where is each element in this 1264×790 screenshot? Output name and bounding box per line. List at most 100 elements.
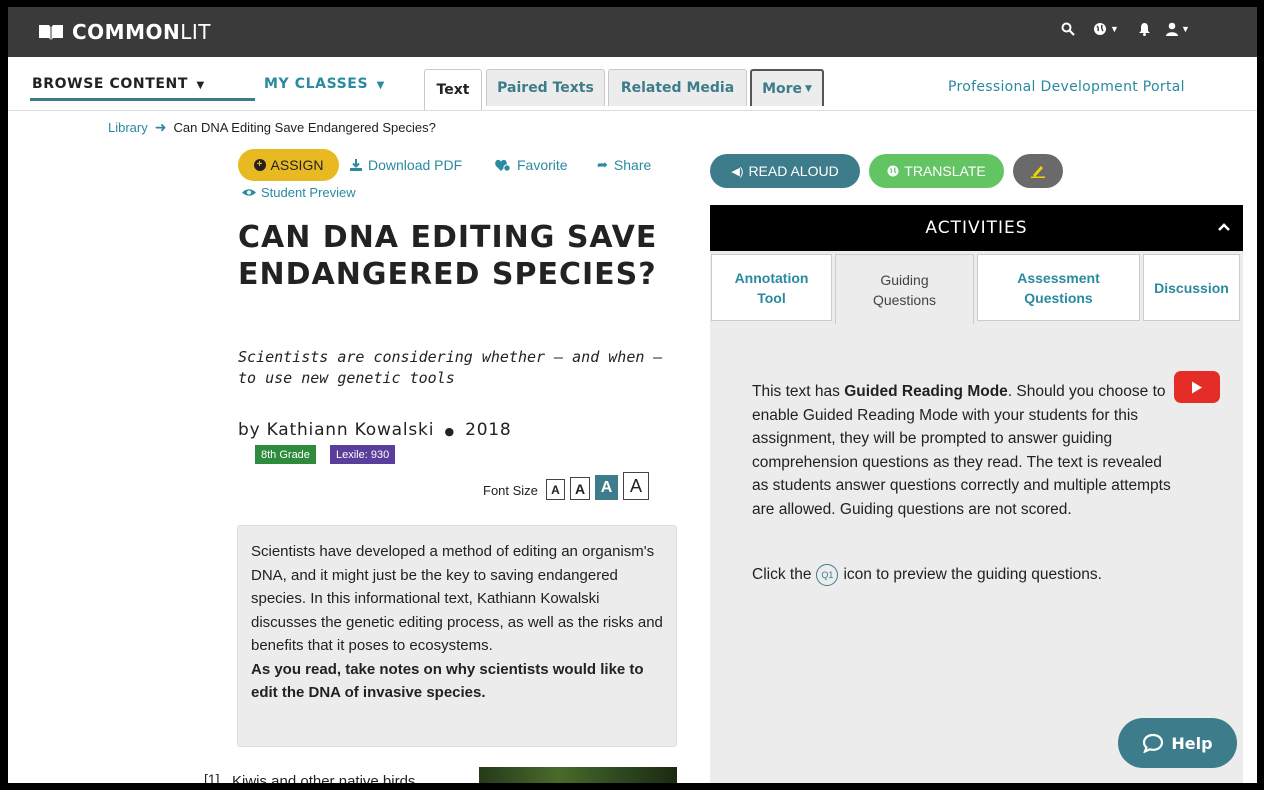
browse-content-menu[interactable]: BROWSE CONTENT ▼ <box>32 76 205 92</box>
breadcrumb: Library ➜ Can DNA Editing Save Endangere… <box>108 119 436 136</box>
download-pdf-link[interactable]: Download PDF <box>350 157 462 173</box>
font-size-xlarge-button[interactable]: A <box>623 472 649 500</box>
summary-reading-prompt: As you read, take notes on why scientist… <box>251 660 644 702</box>
q1-guiding-question-icon: Q1 <box>816 564 839 586</box>
chevron-down-icon: ▼ <box>1110 24 1119 34</box>
search-icon <box>1061 22 1075 36</box>
favorite-label: Favorite <box>517 157 568 173</box>
nav-row: BROWSE CONTENT ▼ MY CLASSES ▼ Text Paire… <box>8 57 1257 111</box>
activities-header[interactable]: ACTIVITIES <box>710 205 1243 251</box>
highlighter-button[interactable] <box>1013 154 1063 188</box>
chevron-up-icon[interactable] <box>1217 222 1231 232</box>
logo-text-bold: COMMON <box>72 20 181 44</box>
open-book-icon <box>39 25 63 40</box>
my-classes-label: MY CLASSES <box>264 76 369 92</box>
play-icon <box>1192 381 1202 393</box>
kiwi-photo <box>479 767 677 783</box>
tab-assessment-questions[interactable]: Assessment Questions <box>977 254 1140 321</box>
globe-icon <box>1094 23 1106 35</box>
translate-button[interactable]: TRANSLATE <box>869 154 1004 188</box>
notifications-button[interactable] <box>1138 22 1151 36</box>
preview-instruction-text: icon to preview the guiding questions. <box>843 566 1102 583</box>
activities-title: ACTIVITIES <box>925 218 1028 238</box>
tab-text[interactable]: Text <box>424 69 482 110</box>
activities-panel: ACTIVITIES Annotation Tool Guiding Quest… <box>710 205 1243 783</box>
commonlit-logo[interactable]: COMMON LIT <box>38 20 211 44</box>
favorite-link[interactable]: Favorite <box>495 157 568 173</box>
paragraph-text: Kiwis and other native birds <box>232 773 416 783</box>
tab-label: More <box>762 80 803 97</box>
guided-reading-description: This text has Guided Reading Mode. Shoul… <box>752 380 1172 521</box>
browse-content-label: BROWSE CONTENT <box>32 76 188 92</box>
speaker-icon: ◀) <box>731 165 744 178</box>
highlighter-icon <box>1031 166 1045 178</box>
language-menu[interactable]: ▼ <box>1093 22 1119 36</box>
author-name: by Kathiann Kowalski <box>238 420 435 440</box>
help-button[interactable]: Help <box>1118 718 1237 768</box>
chevron-down-icon: ▼ <box>196 80 205 91</box>
tab-label: Related Media <box>620 80 735 96</box>
globe-icon <box>887 165 899 177</box>
tab-label: Guiding Questions <box>872 271 937 308</box>
tab-label: Annotation Tool <box>734 269 809 306</box>
search-button[interactable] <box>1061 22 1075 36</box>
chevron-down-icon: ▼ <box>805 83 812 94</box>
font-size-large-button[interactable]: A <box>595 475 618 500</box>
student-preview-link[interactable]: Student Preview <box>242 185 356 200</box>
share-label: Share <box>613 157 652 173</box>
tab-paired-texts[interactable]: Paired Texts <box>486 69 605 106</box>
chevron-down-icon: ▼ <box>1181 24 1190 34</box>
heart-plus-icon <box>495 159 511 172</box>
guided-intro-text: This text has <box>752 383 845 400</box>
text-subtitle: Scientists are considering whether — and… <box>238 348 663 387</box>
arrow-right-icon: ➜ <box>154 119 167 135</box>
share-link[interactable]: ➦ Share <box>597 157 651 173</box>
assign-label: ASSIGN <box>270 157 324 173</box>
byline: by Kathiann Kowalski ● 2018 <box>238 420 512 440</box>
student-preview-label: Student Preview <box>261 185 356 200</box>
tab-discussion[interactable]: Discussion <box>1143 254 1240 321</box>
font-size-medium-button[interactable]: A <box>570 477 590 500</box>
tab-annotation-tool[interactable]: Annotation Tool <box>711 254 832 321</box>
eye-icon <box>242 189 256 196</box>
paragraph-number: [1] <box>204 771 220 783</box>
professional-development-portal-link[interactable]: Professional Development Portal <box>948 79 1185 95</box>
tab-label: Text <box>436 82 470 98</box>
share-arrow-icon: ➦ <box>597 157 608 172</box>
guided-reading-mode-label: Guided Reading Mode <box>844 383 1008 400</box>
text-title: CAN DNA EDITING SAVE ENDANGERED SPECIES? <box>238 220 658 292</box>
tab-label: Paired Texts <box>497 80 594 96</box>
plus-circle-icon: + <box>253 159 266 171</box>
tab-guiding-questions[interactable]: Guiding Questions <box>835 254 974 324</box>
youtube-video-button[interactable] <box>1174 371 1220 403</box>
tab-label: Discussion <box>1154 279 1229 296</box>
logo-text-light: LIT <box>180 20 211 44</box>
bell-icon <box>1139 23 1150 36</box>
tab-more[interactable]: More ▼ <box>750 69 824 106</box>
breadcrumb-current: Can DNA Editing Save Endangered Species? <box>173 120 436 135</box>
click-the-text: Click the <box>752 566 812 583</box>
tab-related-media[interactable]: Related Media <box>608 69 747 106</box>
download-icon <box>350 159 362 171</box>
app-window: COMMON LIT ▼ ▼ BROWSE CONTENT ▼ MY CLASS… <box>8 7 1257 783</box>
publication-year: 2018 <box>465 420 512 440</box>
read-aloud-label: READ ALOUD <box>748 163 839 179</box>
my-classes-menu[interactable]: MY CLASSES ▼ <box>264 76 385 92</box>
chat-bubble-icon <box>1143 733 1164 753</box>
user-menu[interactable]: ▼ <box>1166 22 1190 36</box>
q1-label: Q1 <box>821 570 834 580</box>
font-size-label: Font Size <box>483 483 538 498</box>
tab-label: Assessment Questions <box>1017 269 1100 306</box>
read-aloud-button[interactable]: ◀) READ ALOUD <box>710 154 860 188</box>
font-size-small-button[interactable]: A <box>546 479 565 500</box>
help-label: Help <box>1171 733 1213 753</box>
download-pdf-label: Download PDF <box>368 157 463 173</box>
bullet-separator: ● <box>444 425 455 438</box>
text-summary-box: Scientists have developed a method of ed… <box>237 525 677 747</box>
grade-badge: 8th Grade <box>255 445 316 464</box>
summary-text: Scientists have developed a method of ed… <box>251 543 663 654</box>
user-icon <box>1166 22 1178 36</box>
assign-button[interactable]: + ASSIGN <box>238 149 339 181</box>
chevron-down-icon: ▼ <box>376 80 385 91</box>
breadcrumb-library-link[interactable]: Library <box>108 120 148 135</box>
